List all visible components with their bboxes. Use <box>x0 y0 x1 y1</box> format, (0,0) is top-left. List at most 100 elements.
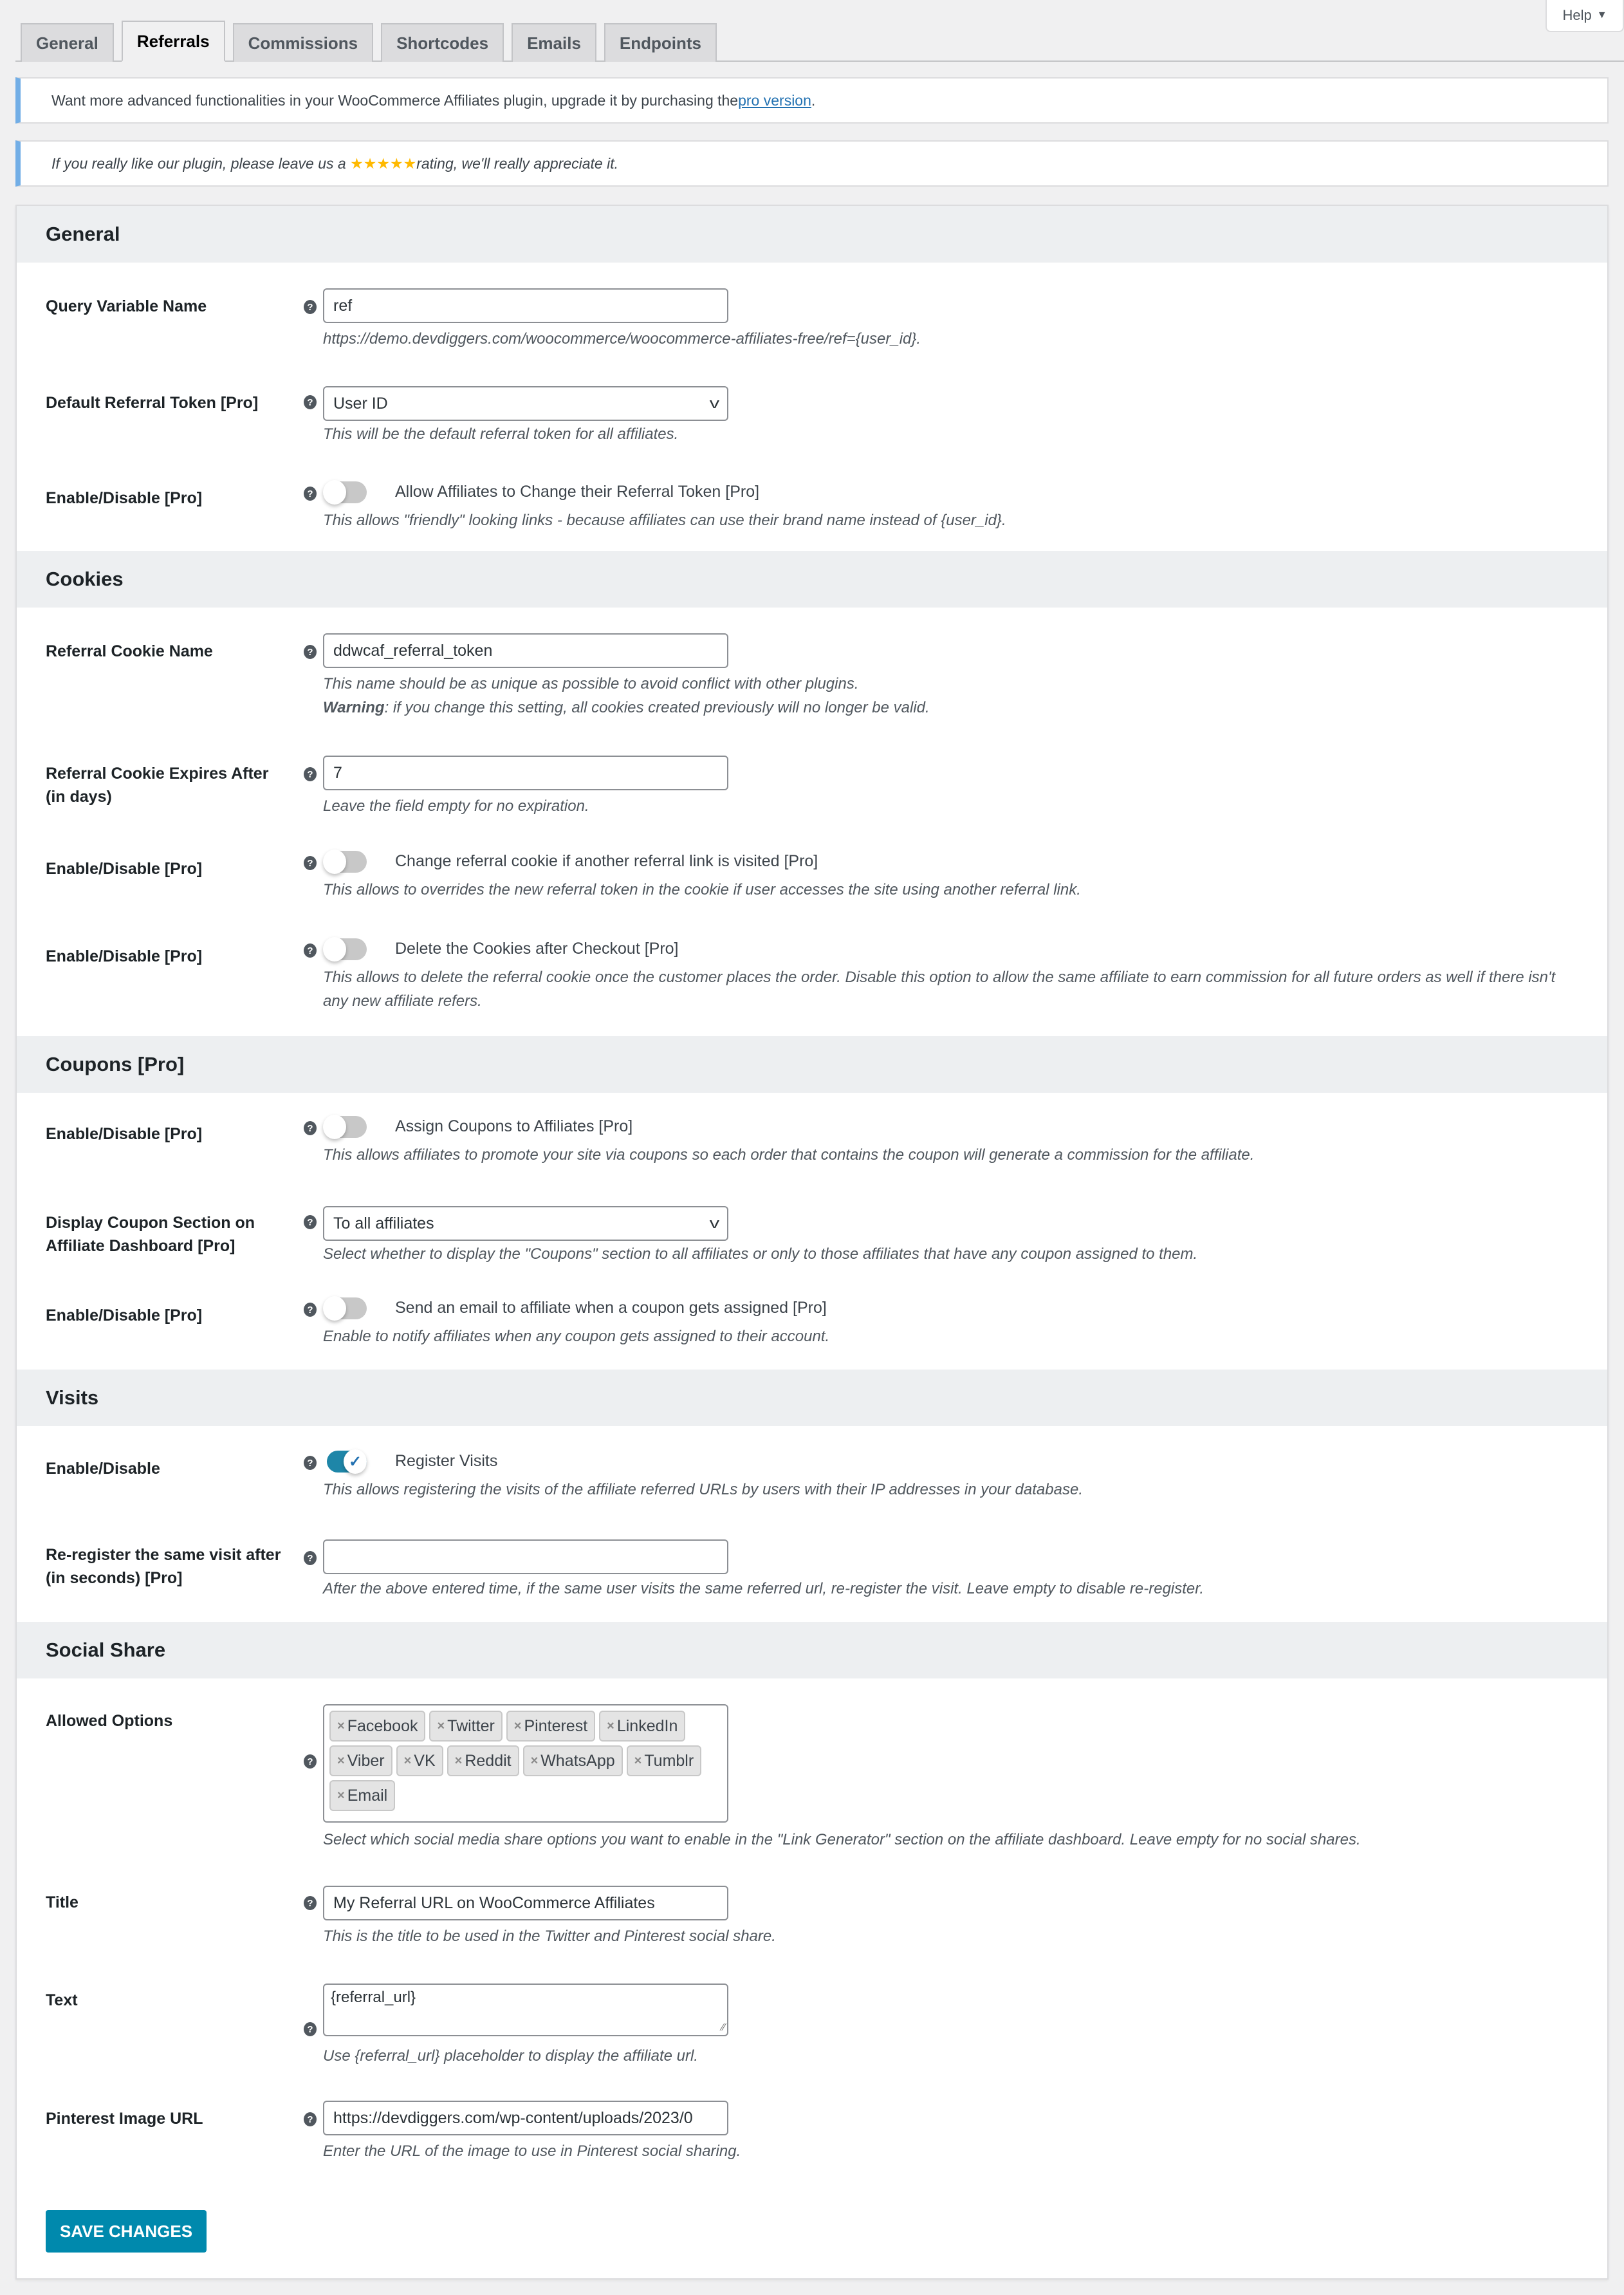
delete-cookies-description: This allows to delete the referral cooki… <box>323 969 1556 1010</box>
pro-version-link[interactable]: pro version <box>738 92 811 109</box>
help-icon[interactable]: ? <box>304 1754 317 1769</box>
share-text-textarea[interactable]: {referral_url} ⁄⁄ <box>323 1984 728 2036</box>
remove-tag-icon[interactable]: × <box>404 1754 412 1769</box>
help-icon[interactable]: ? <box>304 1896 317 1910</box>
settings-panel: General Query Variable Name ? ref https:… <box>15 205 1609 2280</box>
remove-tag-icon[interactable]: × <box>337 1719 345 1734</box>
share-text-label: Text <box>46 1991 78 2009</box>
default-token-select[interactable]: User ID v <box>323 386 728 421</box>
share-title-label: Title <box>46 1893 78 1911</box>
query-variable-description: https://demo.devdiggers.com/woocommerce/… <box>323 330 921 348</box>
selected-option-tag: × LinkedIn <box>599 1711 686 1742</box>
pinterest-image-input[interactable]: https://devdiggers.com/wp-content/upload… <box>323 2101 728 2135</box>
help-icon[interactable]: ? <box>304 2022 317 2036</box>
tab-commissions[interactable]: Commissions <box>232 23 374 62</box>
help-icon[interactable]: ? <box>304 1551 317 1565</box>
help-icon[interactable]: ? <box>304 767 317 781</box>
chevron-down-icon: v <box>709 1215 720 1231</box>
help-icon[interactable]: ? <box>304 645 317 659</box>
help-icon[interactable]: ? <box>304 1303 317 1317</box>
remove-tag-icon[interactable]: × <box>455 1754 463 1769</box>
help-icon[interactable]: ? <box>304 856 317 870</box>
help-icon[interactable]: ? <box>304 395 317 409</box>
save-changes-button[interactable]: Save Changes <box>46 2210 207 2253</box>
display-coupon-select[interactable]: To all affiliates v <box>323 1206 728 1241</box>
register-visits-toggle-label: Register Visits <box>395 1452 498 1470</box>
email-coupon-description: Enable to notify affiliates when any cou… <box>323 1328 830 1345</box>
help-icon[interactable]: ? <box>304 300 317 314</box>
rating-notice-prefix: If you really like our plugin, please le… <box>51 154 346 172</box>
cookie-name-description: This name should be as unique as possibl… <box>323 672 1582 720</box>
assign-coupons-toggle-label: Assign Coupons to Affiliates [Pro] <box>395 1117 633 1135</box>
email-coupon-label: Enable/Disable [Pro] <box>46 1306 203 1324</box>
default-token-label: Default Referral Token [Pro] <box>46 394 259 412</box>
tab-emails[interactable]: Emails <box>512 23 596 62</box>
register-visits-description: This allows registering the visits of th… <box>323 1481 1083 1498</box>
display-coupon-description: Select whether to display the "Coupons" … <box>323 1245 1198 1263</box>
assign-coupons-toggle[interactable] <box>323 1115 368 1139</box>
remove-tag-icon[interactable]: × <box>437 1719 445 1734</box>
pinterest-image-description: Enter the URL of the image to use in Pin… <box>323 2142 741 2160</box>
change-cookie-label: Enable/Disable [Pro] <box>46 860 203 878</box>
remove-tag-icon[interactable]: × <box>337 1789 345 1803</box>
reregister-input[interactable] <box>323 1539 728 1574</box>
remove-tag-icon[interactable]: × <box>607 1719 614 1734</box>
display-coupon-label: Display Coupon Section on Affiliate Dash… <box>46 1214 255 1255</box>
help-icon[interactable]: ? <box>304 1215 317 1229</box>
selected-option-tag: × Pinterest <box>506 1711 596 1742</box>
cookie-expires-input[interactable]: 7 <box>323 756 728 790</box>
default-token-description: This will be the default referral token … <box>323 425 679 443</box>
query-variable-input[interactable]: ref <box>323 288 728 323</box>
reregister-description: After the above entered time, if the sam… <box>323 1580 1204 1597</box>
share-title-description: This is the title to be used in the Twit… <box>323 1928 776 1945</box>
change-token-description: This allows "friendly" looking links - b… <box>323 512 1006 529</box>
remove-tag-icon[interactable]: × <box>531 1754 539 1769</box>
cookie-name-input[interactable]: ddwcaf_referral_token <box>323 633 728 668</box>
help-icon[interactable]: ? <box>304 1121 317 1135</box>
display-coupon-value: To all affiliates <box>333 1214 434 1232</box>
section-coupons-heading: Coupons [Pro] <box>17 1036 1607 1093</box>
selected-option-tag: × Reddit <box>447 1745 519 1776</box>
help-icon[interactable]: ? <box>304 943 317 958</box>
selected-option-tag: × WhatsApp <box>522 1745 623 1776</box>
upgrade-notice-text: Want more advanced functionalities in yo… <box>51 91 739 109</box>
tab-shortcodes[interactable]: Shortcodes <box>381 23 504 62</box>
selected-option-tag: × Viber <box>329 1745 392 1776</box>
section-social-heading: Social Share <box>17 1622 1607 1678</box>
tag-label: Viber <box>347 1751 385 1770</box>
tag-label: Facebook <box>347 1716 418 1735</box>
allowed-options-multiselect[interactable]: × Facebook × Twitter × Pinterest × LinkedIn × Vib… <box>323 1704 728 1823</box>
resize-grip-icon[interactable]: ⁄⁄ <box>722 2022 725 2034</box>
rating-notice: If you really like our plugin, please le… <box>15 140 1609 187</box>
five-stars-icon[interactable]: ★★★★★ <box>350 155 416 172</box>
selected-option-tag: × VK <box>396 1745 443 1776</box>
remove-tag-icon[interactable]: × <box>634 1754 642 1769</box>
tab-endpoints[interactable]: Endpoints <box>604 23 717 62</box>
share-text-description: Use {referral_url} placeholder to displa… <box>323 2047 698 2065</box>
share-title-input[interactable]: My Referral URL on WooCommerce Affiliate… <box>323 1886 728 1920</box>
change-token-label: Enable/Disable [Pro] <box>46 489 203 507</box>
email-coupon-toggle[interactable] <box>323 1296 368 1321</box>
change-cookie-toggle[interactable] <box>323 850 368 874</box>
selected-option-tag: × Tumblr <box>626 1745 702 1776</box>
allowed-options-description: Select which social media share options … <box>323 1831 1361 1848</box>
warning-label: Warning <box>323 699 385 716</box>
delete-cookies-toggle-label: Delete the Cookies after Checkout [Pro] <box>395 940 679 958</box>
tab-referrals[interactable]: Referrals <box>121 21 225 62</box>
pinterest-image-label: Pinterest Image URL <box>46 2110 203 2128</box>
register-visits-toggle[interactable]: ✓ <box>323 1449 368 1474</box>
settings-tabs: General Referrals Commissions Shortcodes… <box>15 21 1624 62</box>
change-token-toggle[interactable] <box>323 480 368 505</box>
remove-tag-icon[interactable]: × <box>337 1754 345 1769</box>
tab-general[interactable]: General <box>21 23 114 62</box>
default-token-value: User ID <box>333 394 388 413</box>
selected-option-tag: × Twitter <box>429 1711 503 1742</box>
help-icon[interactable]: ? <box>304 2112 317 2126</box>
selected-option-tag: × Email <box>329 1780 396 1811</box>
remove-tag-icon[interactable]: × <box>514 1719 522 1734</box>
help-icon[interactable]: ? <box>304 1456 317 1470</box>
delete-cookies-toggle[interactable] <box>323 937 368 962</box>
assign-coupons-label: Enable/Disable [Pro] <box>46 1125 203 1143</box>
help-icon[interactable]: ? <box>304 487 317 501</box>
cookie-name-label: Referral Cookie Name <box>46 642 213 660</box>
